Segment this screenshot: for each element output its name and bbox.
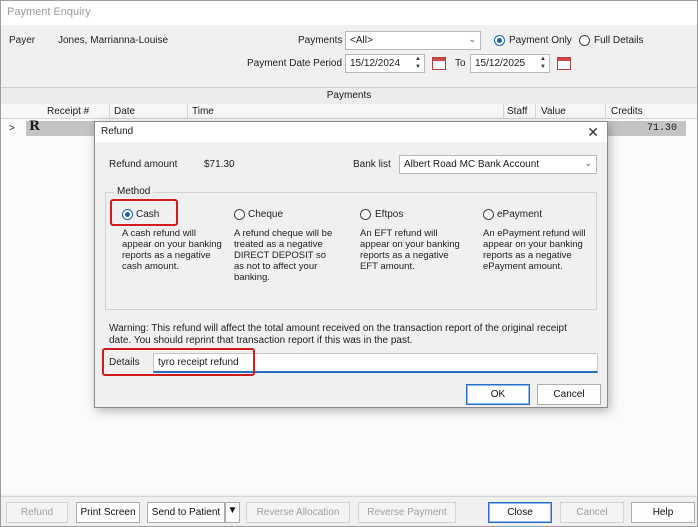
- warning-line-1: Warning: This refund will affect the tot…: [109, 323, 567, 334]
- column-divider: [605, 104, 606, 119]
- dialog-cancel-button[interactable]: Cancel: [537, 384, 601, 405]
- date-to-field[interactable]: 15/12/2025 ▲ ▼: [470, 54, 550, 73]
- chevron-down-icon: ⌄: [584, 158, 592, 168]
- eftpos-description: An EFT refund will appear on your bankin…: [360, 228, 460, 272]
- spin-updown-icon[interactable]: ▲ ▼: [540, 55, 546, 71]
- ok-button[interactable]: OK: [466, 384, 530, 405]
- cheque-description: A refund cheque will be treated as a neg…: [234, 228, 333, 283]
- refund-button[interactable]: Refund: [6, 502, 68, 523]
- row-credits-value: 71.30: [647, 123, 678, 134]
- row-expand-icon[interactable]: >: [9, 123, 15, 134]
- payer-name: Jones, Marrianna-Louise: [58, 35, 169, 46]
- epayment-label[interactable]: ePayment: [497, 209, 542, 220]
- eftpos-radio[interactable]: [360, 209, 371, 220]
- full-details-label: Full Details: [594, 35, 644, 46]
- cash-highlight-box: [110, 199, 178, 226]
- payments-filter-dropdown[interactable]: <All> ⌄: [345, 31, 481, 50]
- payments-filter-value: <All>: [350, 35, 373, 46]
- full-details-radio[interactable]: [579, 35, 590, 46]
- send-to-patient-dropdown[interactable]: ▼: [225, 502, 240, 523]
- eftpos-label[interactable]: Eftpos: [375, 209, 403, 220]
- epayment-radio[interactable]: [483, 209, 494, 220]
- column-divider: [187, 104, 188, 119]
- payment-only-radio[interactable]: [494, 35, 505, 46]
- row-marker: R: [29, 119, 40, 134]
- date-to-value: 15/12/2025: [475, 58, 526, 69]
- bank-list-label: Bank list: [353, 159, 391, 170]
- refund-amount-label: Refund amount: [109, 159, 178, 170]
- col-value[interactable]: Value: [541, 106, 566, 117]
- calendar-from-icon[interactable]: [432, 57, 446, 70]
- method-legend: Method: [114, 186, 154, 197]
- date-from-value: 15/12/2024: [350, 58, 401, 69]
- refund-dialog-title: Refund ✕: [95, 122, 607, 142]
- column-divider: [503, 104, 504, 119]
- refund-dialog-title-text: Refund: [101, 126, 134, 137]
- column-divider: [535, 104, 536, 119]
- close-icon[interactable]: ✕: [587, 124, 599, 141]
- close-button[interactable]: Close: [488, 502, 552, 523]
- epayment-description: An ePayment refund will appear on your b…: [483, 228, 586, 272]
- reverse-payment-button[interactable]: Reverse Payment: [358, 502, 456, 523]
- payments-filter-label: Payments: [298, 35, 343, 46]
- payments-band-label: Payments: [326, 90, 372, 101]
- cancel-button[interactable]: Cancel: [560, 502, 624, 523]
- spin-updown-icon[interactable]: ▲ ▼: [415, 55, 421, 71]
- cash-description: A cash refund will appear on your bankin…: [122, 228, 222, 272]
- payment-only-label: Payment Only: [509, 35, 572, 46]
- col-staff[interactable]: Staff: [507, 106, 527, 117]
- warning-line-2: date. You should reprint that transactio…: [109, 335, 413, 346]
- cheque-radio[interactable]: [234, 209, 245, 220]
- chevron-down-icon: ⌄: [468, 34, 476, 44]
- caret-down-icon: ▼: [227, 505, 238, 516]
- grid-header: Receipt # Date Time Staff Value Credits: [1, 104, 697, 119]
- window-title: Payment Enquiry: [1, 1, 697, 25]
- col-date[interactable]: Date: [114, 106, 135, 117]
- details-highlight-box: [102, 348, 255, 376]
- reverse-allocation-button[interactable]: Reverse Allocation: [246, 502, 350, 523]
- period-label: Payment Date Period: [247, 58, 343, 69]
- bank-account-value: Albert Road MC Bank Account: [404, 159, 540, 170]
- date-from-field[interactable]: 15/12/2024 ▲ ▼: [345, 54, 425, 73]
- column-divider: [109, 104, 110, 119]
- refund-amount-value: $71.30: [204, 159, 235, 170]
- payments-band-title: Payments: [1, 87, 697, 104]
- print-screen-button[interactable]: Print Screen: [76, 502, 140, 523]
- calendar-to-icon[interactable]: [557, 57, 571, 70]
- send-to-patient-button[interactable]: Send to Patient: [147, 502, 225, 523]
- payer-label: Payer: [9, 35, 36, 46]
- help-button[interactable]: Help: [631, 502, 695, 523]
- cheque-label[interactable]: Cheque: [248, 209, 283, 220]
- date-to-label: To: [455, 58, 466, 69]
- col-credits[interactable]: Credits: [611, 106, 643, 117]
- col-receipt[interactable]: Receipt #: [47, 106, 89, 117]
- bank-list-dropdown[interactable]: Albert Road MC Bank Account ⌄: [399, 155, 597, 174]
- col-time[interactable]: Time: [192, 106, 214, 117]
